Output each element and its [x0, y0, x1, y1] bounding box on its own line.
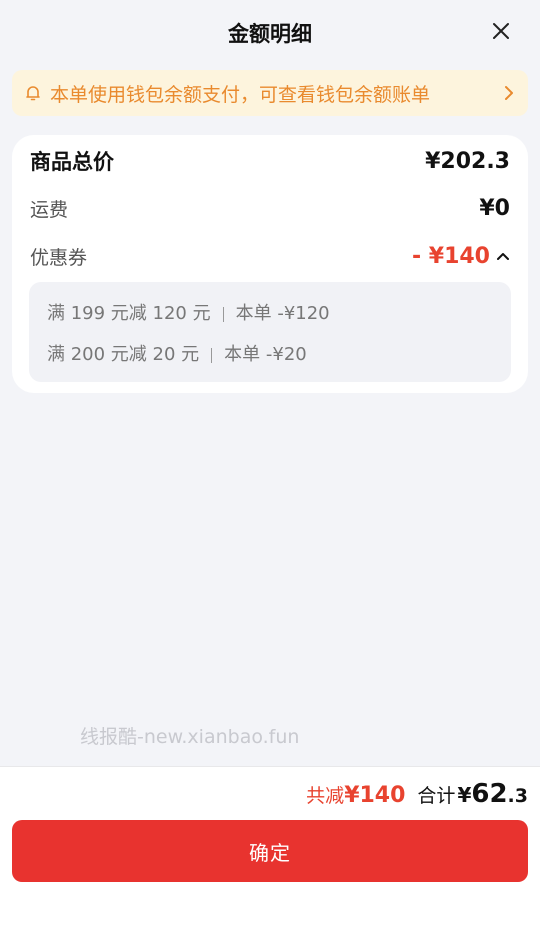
coupon-row[interactable]: 优惠券 - ¥140: [30, 241, 510, 271]
header: 金额明细: [0, 0, 540, 66]
coupon-applied: 本单 -¥120: [235, 303, 330, 324]
bell-icon: [26, 86, 40, 101]
divider: [222, 306, 224, 322]
shipping-value: ¥0: [479, 195, 510, 221]
shipping-row: 运费 ¥0: [30, 193, 510, 223]
total-label: 合计: [417, 785, 456, 807]
coupon-rule: 满 199 元减 120 元: [47, 303, 211, 324]
total-integer: 62: [471, 779, 508, 809]
chevron-up-icon: [497, 253, 509, 260]
coupon-value: - ¥140: [411, 243, 490, 269]
watermark: 线报酷-new.xianbao.fun: [80, 726, 300, 748]
saved-label: 共减: [306, 785, 345, 807]
close-icon[interactable]: [492, 22, 510, 40]
coupon-details: 满 199 元减 120 元 本单 -¥120 满 200 元减 20 元 本单 -…: [29, 282, 511, 382]
price-summary: 共减 ¥140 合计 ¥ 62 .3: [306, 779, 528, 809]
page-title: 金额明细: [228, 22, 312, 46]
footer-bar: 共减 ¥140 合计 ¥ 62 .3 确定: [0, 766, 540, 937]
goods-total-value: ¥202.3: [425, 148, 510, 174]
coupon-item: 满 199 元减 120 元 本单 -¥120: [47, 299, 330, 325]
confirm-button[interactable]: 确定: [12, 820, 528, 882]
coupon-rule: 满 200 元减 20 元: [47, 344, 200, 365]
divider: [211, 347, 213, 363]
notice-text: 本单使用钱包余额支付，可查看钱包余额账单: [50, 83, 431, 106]
coupon-applied: 本单 -¥20: [224, 344, 307, 365]
shipping-label: 运费: [30, 198, 69, 221]
coupon-toggle[interactable]: - ¥140: [412, 244, 510, 269]
goods-total-row: 商品总价 ¥202.3: [30, 146, 510, 176]
saved-amount: ¥140: [344, 783, 406, 808]
wallet-notice-banner[interactable]: 本单使用钱包余额支付，可查看钱包余额账单: [12, 70, 528, 116]
total-decimal: .3: [507, 785, 528, 807]
coupon-item: 满 200 元减 20 元 本单 -¥20: [47, 340, 307, 366]
amount-detail-card: 商品总价 ¥202.3 运费 ¥0 优惠券 - ¥140 满 199 元减 12…: [12, 135, 528, 393]
chevron-right-icon: [505, 86, 513, 100]
coupon-label: 优惠券: [30, 246, 88, 269]
total-currency: ¥: [457, 783, 472, 807]
goods-total-label: 商品总价: [30, 150, 114, 174]
